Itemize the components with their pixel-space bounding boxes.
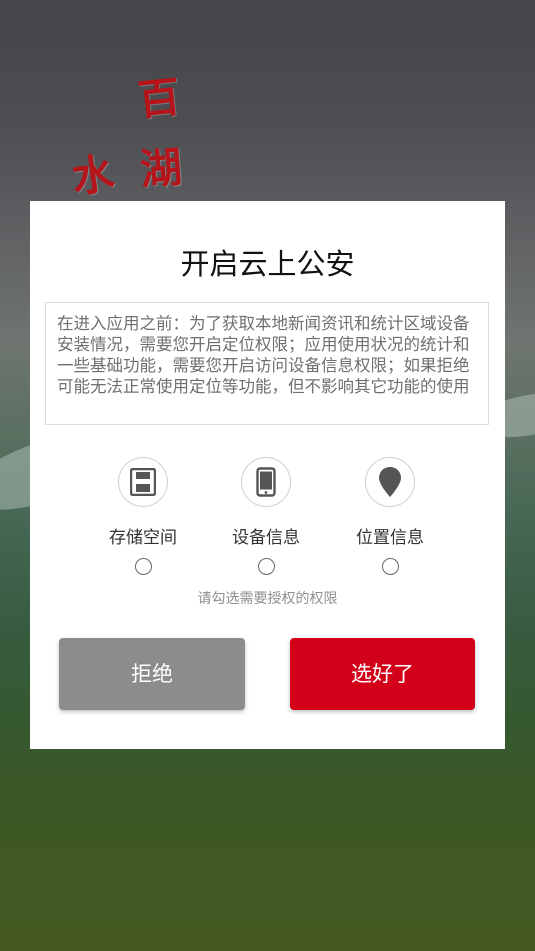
location-radio[interactable] <box>381 558 399 575</box>
permission-storage[interactable]: 存储空间 <box>83 457 203 575</box>
permission-label: 设备信息 <box>232 528 300 548</box>
location-pin-icon <box>365 457 415 507</box>
background-calligraphy: 水 <box>68 148 118 203</box>
device-radio[interactable] <box>257 558 275 575</box>
storage-radio[interactable] <box>134 558 152 575</box>
refuse-button[interactable]: 拒绝 <box>59 638 245 710</box>
permission-hint: 请勾选需要授权的权限 <box>197 591 338 607</box>
permission-label: 位置信息 <box>356 528 424 548</box>
floppy-disk-icon <box>118 457 168 507</box>
confirm-button[interactable]: 选好了 <box>290 638 475 710</box>
background-calligraphy: 百 <box>135 71 183 126</box>
permission-location[interactable]: 位置信息 <box>330 457 450 575</box>
permission-device[interactable]: 设备信息 <box>206 457 326 575</box>
dialog-title: 开启云上公安 <box>180 247 355 281</box>
permission-dialog: 开启云上公安 在进入应用之前：为了获取本地新闻资讯和统计区域设备安装情况，需要您… <box>30 201 505 749</box>
permission-notice: 在进入应用之前：为了获取本地新闻资讯和统计区域设备安装情况，需要您开启定位权限；… <box>45 302 489 425</box>
permission-label: 存储空间 <box>109 528 177 548</box>
background-calligraphy: 湖 <box>138 142 184 195</box>
phone-icon <box>241 457 291 507</box>
